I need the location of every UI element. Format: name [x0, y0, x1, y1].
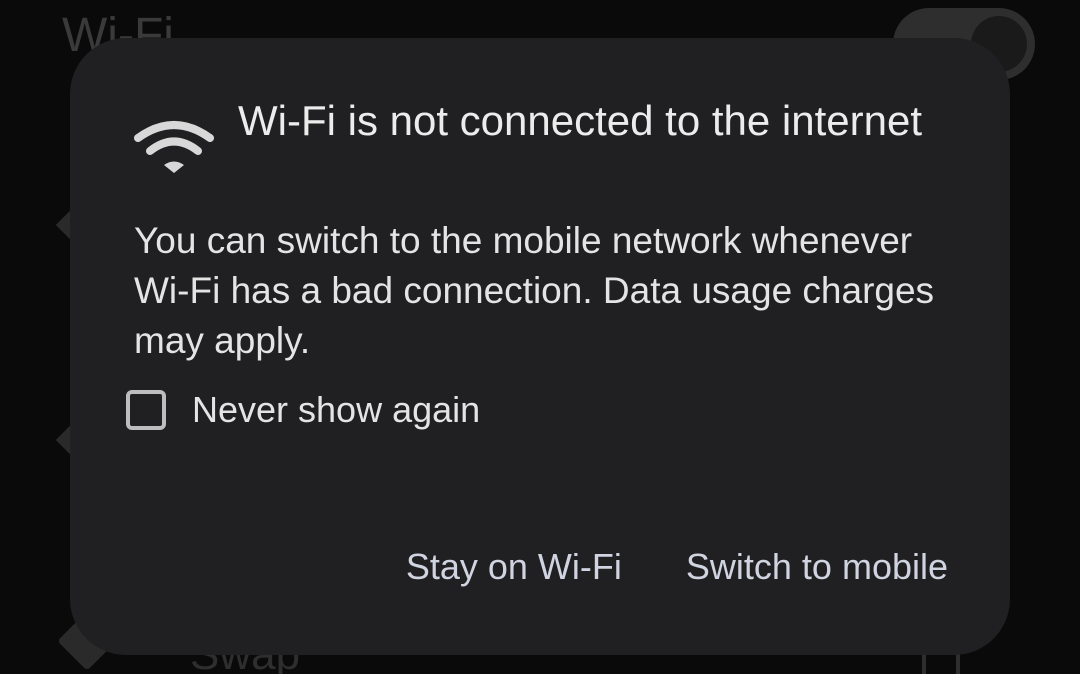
wifi-icon [134, 120, 214, 180]
screen: Wi-Fi Swap Wi-Fi is not connected to the… [0, 0, 1080, 674]
dialog-message: You can switch to the mobile network whe… [134, 220, 935, 361]
dialog-title: Wi-Fi is not connected to the internet [238, 97, 922, 144]
dialog-actions: Stay on Wi-Fi Switch to mobile [406, 546, 948, 588]
wifi-dialog: Wi-Fi is not connected to the internet Y… [70, 38, 1010, 655]
never-show-again-checkbox[interactable] [126, 390, 166, 430]
never-show-again-label: Never show again [192, 389, 481, 430]
switch-to-mobile-button[interactable]: Switch to mobile [686, 546, 948, 588]
never-show-again-option[interactable]: Never show again [126, 382, 480, 438]
stay-on-wifi-button[interactable]: Stay on Wi-Fi [406, 546, 622, 588]
